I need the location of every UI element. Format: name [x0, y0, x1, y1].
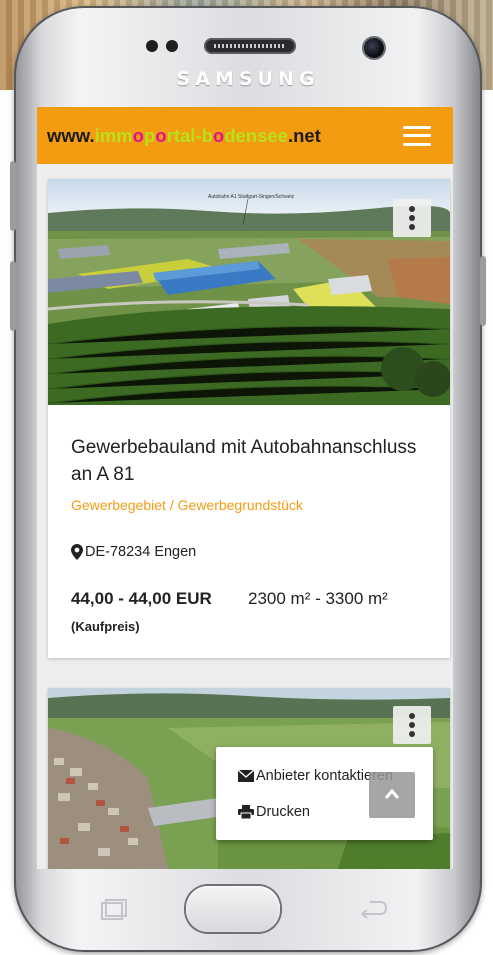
envelope-icon: [238, 770, 254, 782]
listing-title[interactable]: Gewerbebauland mit Autobahnanschluss an …: [71, 434, 431, 488]
logo-part: imm: [94, 124, 133, 146]
listing-location: DE-78234 Engen: [71, 544, 196, 560]
price-type: (Kaufpreis): [71, 619, 140, 634]
sensor-dot: [146, 40, 158, 52]
listing-category: Gewerbegebiet / Gewerbegrundstück: [71, 497, 303, 513]
logo-part: o: [212, 124, 225, 146]
phone-volume-button: [10, 161, 16, 231]
earpiece-speaker: [204, 38, 296, 54]
phone-screen: www.immoportal-bodensee.net Autobahn A1 …: [37, 107, 453, 869]
logo-part: www.: [47, 124, 95, 146]
location-text: DE-78234 Engen: [85, 544, 197, 560]
print-label: Drucken: [256, 804, 310, 820]
logo-part: b: [201, 124, 213, 146]
site-navbar: www.immoportal-bodensee.net: [37, 107, 453, 164]
site-logo[interactable]: www.immoportal-bodensee.net: [47, 125, 321, 147]
logo-part: densee: [224, 124, 288, 146]
scroll-to-top-button[interactable]: [369, 772, 415, 818]
logo-part: o: [132, 124, 144, 146]
home-button[interactable]: [186, 886, 280, 932]
logo-part: o: [155, 124, 167, 146]
photo-caption: Autobahn A1 Stuttgart-Singen/Schweiz: [208, 194, 295, 200]
device-brand-label: SAMSUNG: [176, 68, 320, 90]
phone-power-button: [480, 256, 486, 326]
listing-area: 2300 m² - 3300 m²: [248, 589, 388, 608]
recent-apps-icon: [101, 899, 127, 920]
aerial-photo-industrial-area: Autobahn A1 Stuttgart-Singen/Schweiz: [48, 179, 450, 405]
logo-part: .net: [287, 124, 321, 146]
chevron-up-icon: [384, 788, 400, 799]
more-options-button[interactable]: [393, 706, 431, 744]
more-options-button[interactable]: [393, 199, 431, 237]
back-key[interactable]: [356, 898, 390, 925]
sensor-dot: [166, 40, 178, 52]
print-icon: [238, 805, 254, 819]
logo-part: p: [143, 124, 156, 146]
phone-bixby-button: [10, 261, 16, 331]
listing-card[interactable]: Autobahn A1 Stuttgart-Singen/Schweiz Gew…: [48, 179, 450, 658]
listing-photo[interactable]: Autobahn A1 Stuttgart-Singen/Schweiz: [48, 179, 450, 405]
map-marker-icon: [71, 544, 83, 560]
logo-part: rtal-: [166, 124, 202, 146]
back-arrow-icon: [361, 901, 388, 919]
recent-apps-key[interactable]: [98, 898, 132, 925]
front-camera: [364, 38, 384, 58]
listing-price: 44,00 - 44,00 EUR: [71, 589, 212, 608]
hamburger-menu-icon[interactable]: [403, 125, 431, 146]
print-menu-item[interactable]: Drucken: [238, 804, 310, 820]
